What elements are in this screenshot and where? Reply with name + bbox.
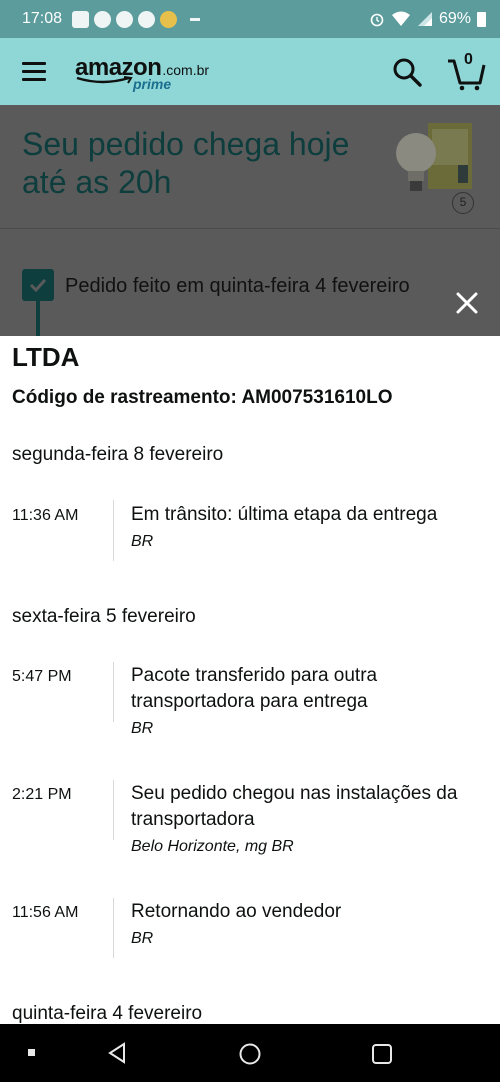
event-divider xyxy=(113,662,114,722)
tracking-sheet[interactable]: LTDA Código de rastreamento: AM007531610… xyxy=(0,336,500,1024)
battery-percent: 69% xyxy=(438,10,471,27)
day-header: sexta-feira 5 fevereiro xyxy=(12,606,196,627)
status-time: 17:08 xyxy=(22,10,63,27)
wifi-icon xyxy=(391,11,410,26)
event-location: BR xyxy=(131,720,154,737)
order-placed-step xyxy=(22,269,54,301)
more-notifications-icon xyxy=(190,17,201,21)
menu-button[interactable] xyxy=(22,62,46,82)
message-icon xyxy=(72,10,90,28)
app-notification-icon xyxy=(160,10,178,28)
day-header: segunda-feira 8 fevereiro xyxy=(12,444,224,465)
event-title: Seu pedido chegou nas instalações da tra… xyxy=(131,783,458,830)
menu-icon xyxy=(22,62,46,65)
signal-icon xyxy=(417,12,432,26)
app-notification-icon xyxy=(94,10,112,28)
home-icon[interactable] xyxy=(238,1042,262,1066)
recents-icon[interactable] xyxy=(371,1043,393,1065)
cart-button[interactable]: 0 xyxy=(446,51,486,91)
status-bar: 17:08 69% xyxy=(0,0,500,38)
delivery-headline: Seu pedido chega hoje até as 20h xyxy=(22,126,350,200)
event-time: 2:21 PM xyxy=(12,786,72,803)
event-location: Belo Horizonte, mg BR xyxy=(131,838,294,855)
progress-line xyxy=(36,301,40,336)
back-icon[interactable] xyxy=(106,1042,128,1064)
check-icon xyxy=(29,278,47,293)
close-button[interactable] xyxy=(454,290,480,316)
app-notification-icon xyxy=(116,10,134,28)
event-divider xyxy=(113,898,114,958)
tracking-code: Código de rastreamento: AM007531610LO xyxy=(12,387,393,408)
divider xyxy=(0,228,500,229)
cart-count: 0 xyxy=(464,51,473,68)
close-icon xyxy=(456,292,478,314)
background-page-overlay[interactable]: Seu pedido chega hoje até as 20h 5 Pedid… xyxy=(0,105,500,336)
event-location: BR xyxy=(131,533,154,550)
logo-prime: prime xyxy=(133,76,172,92)
event-divider xyxy=(113,780,114,840)
search-button[interactable] xyxy=(392,57,422,87)
event-time: 11:36 AM xyxy=(12,507,79,524)
logo-smile-icon xyxy=(76,76,133,84)
carrier-name: LTDA xyxy=(12,342,80,372)
event-location: BR xyxy=(131,930,154,947)
day-header: quinta-feira 4 fevereiro xyxy=(12,1003,203,1024)
app-header: amazon.com.br prime 0 xyxy=(0,38,500,105)
order-placed-text: Pedido feito em quinta-feira 4 fevereiro xyxy=(65,275,410,297)
event-title: Retornando ao vendedor xyxy=(131,901,342,922)
search-icon xyxy=(393,58,422,87)
event-title: Pacote transferido para outra transporta… xyxy=(131,665,378,712)
amazon-logo[interactable]: amazon.com.br prime xyxy=(75,54,225,94)
notification-icons xyxy=(72,10,201,28)
battery-icon xyxy=(477,11,486,27)
product-count-badge: 5 xyxy=(452,192,474,214)
event-time: 5:47 PM xyxy=(12,668,72,685)
event-title: Em trânsito: última etapa da entrega xyxy=(131,504,438,525)
event-time: 11:56 AM xyxy=(12,904,79,921)
assistant-dot-icon[interactable] xyxy=(28,1049,35,1056)
system-nav-bar xyxy=(0,1024,500,1082)
alarm-icon xyxy=(370,13,384,27)
app-notification-icon xyxy=(138,10,156,28)
event-divider xyxy=(113,500,114,561)
